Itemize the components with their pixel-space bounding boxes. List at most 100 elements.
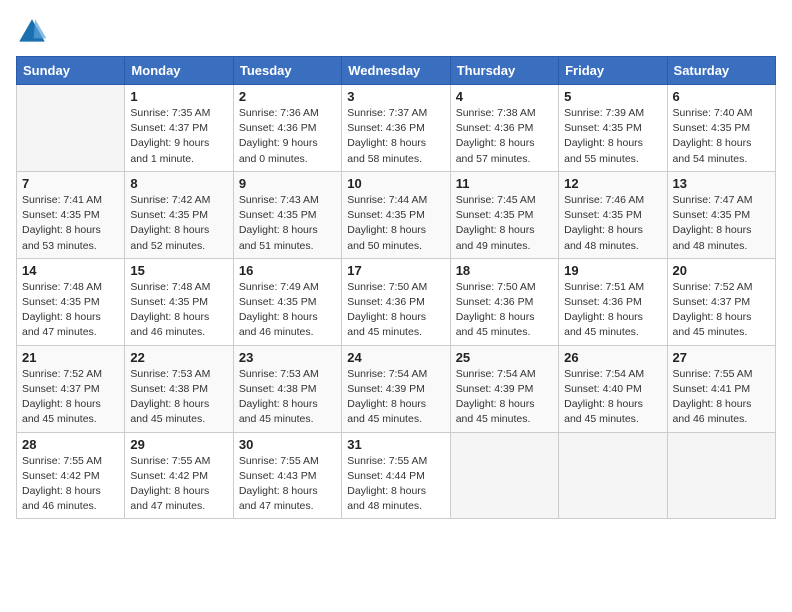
calendar-cell: 16 Sunrise: 7:49 AM Sunset: 4:35 PM Dayli… <box>233 258 341 345</box>
calendar-cell: 23Sunrise: 7:53 AM Sunset: 4:38 PM Dayli… <box>233 345 341 432</box>
day-number: 12 <box>564 176 661 191</box>
day-info: Sunrise: 7:47 AM Sunset: 4:35 PM Dayligh… <box>673 193 770 254</box>
day-info: Sunrise: 7:40 AM Sunset: 4:35 PM Dayligh… <box>673 106 770 167</box>
day-number: 10 <box>347 176 444 191</box>
day-info: Sunrise: 7:41 AM Sunset: 4:35 PM Dayligh… <box>22 193 119 254</box>
calendar-header-row: SundayMondayTuesdayWednesdayThursdayFrid… <box>17 57 776 85</box>
day-number: 16 <box>239 263 336 278</box>
day-info: Sunrise: 7:43 AM Sunset: 4:35 PM Dayligh… <box>239 193 336 254</box>
day-number: 25 <box>456 350 553 365</box>
day-info: Sunrise: 7:36 AM Sunset: 4:36 PM Dayligh… <box>239 106 336 167</box>
day-info: Sunrise: 7:54 AM Sunset: 4:39 PM Dayligh… <box>347 367 444 428</box>
day-number: 18 <box>456 263 553 278</box>
calendar-week-row: 1Sunrise: 7:35 AM Sunset: 4:37 PM Daylig… <box>17 85 776 172</box>
calendar-week-row: 14Sunrise: 7:48 AM Sunset: 4:35 PM Dayli… <box>17 258 776 345</box>
calendar-cell: 18 Sunrise: 7:50 AM Sunset: 4:36 PM Dayli… <box>450 258 558 345</box>
calendar-cell: 2Sunrise: 7:36 AM Sunset: 4:36 PM Daylig… <box>233 85 341 172</box>
day-info: Sunrise: 7:54 AM Sunset: 4:40 PM Dayligh… <box>564 367 661 428</box>
calendar-table: SundayMondayTuesdayWednesdayThursdayFrid… <box>16 56 776 519</box>
day-number: 31 <box>347 437 444 452</box>
day-info: Sunrise: 7:48 AM Sunset: 4:35 PM Dayligh… <box>22 280 119 341</box>
day-number: 19 <box>564 263 661 278</box>
day-info: Sunrise: 7:55 AM Sunset: 4:44 PM Dayligh… <box>347 454 444 515</box>
day-info: Sunrise: 7:39 AM Sunset: 4:35 PM Dayligh… <box>564 106 661 167</box>
calendar-cell: 12 Sunrise: 7:46 AM Sunset: 4:35 PM Dayli… <box>559 171 667 258</box>
calendar-cell <box>450 432 558 519</box>
day-number: 11 <box>456 176 553 191</box>
day-header-tuesday: Tuesday <box>233 57 341 85</box>
calendar-cell: 27 Sunrise: 7:55 AM Sunset: 4:41 PM Dayli… <box>667 345 775 432</box>
calendar-cell: 24 Sunrise: 7:54 AM Sunset: 4:39 PM Dayli… <box>342 345 450 432</box>
calendar-cell: 30 Sunrise: 7:55 AM Sunset: 4:43 PM Dayli… <box>233 432 341 519</box>
calendar-cell: 4 Sunrise: 7:38 AM Sunset: 4:36 PM Daylig… <box>450 85 558 172</box>
calendar-cell: 3 Sunrise: 7:37 AM Sunset: 4:36 PM Daylig… <box>342 85 450 172</box>
calendar-cell: 8Sunrise: 7:42 AM Sunset: 4:35 PM Daylig… <box>125 171 233 258</box>
calendar-cell: 10 Sunrise: 7:44 AM Sunset: 4:35 PM Dayli… <box>342 171 450 258</box>
calendar-week-row: 21Sunrise: 7:52 AM Sunset: 4:37 PM Dayli… <box>17 345 776 432</box>
day-info: Sunrise: 7:45 AM Sunset: 4:35 PM Dayligh… <box>456 193 553 254</box>
logo-icon <box>16 16 48 48</box>
calendar-cell: 6 Sunrise: 7:40 AM Sunset: 4:35 PM Daylig… <box>667 85 775 172</box>
day-info: Sunrise: 7:48 AM Sunset: 4:35 PM Dayligh… <box>130 280 227 341</box>
day-number: 30 <box>239 437 336 452</box>
day-number: 28 <box>22 437 119 452</box>
day-number: 6 <box>673 89 770 104</box>
day-info: Sunrise: 7:52 AM Sunset: 4:37 PM Dayligh… <box>22 367 119 428</box>
day-info: Sunrise: 7:55 AM Sunset: 4:42 PM Dayligh… <box>22 454 119 515</box>
day-info: Sunrise: 7:55 AM Sunset: 4:41 PM Dayligh… <box>673 367 770 428</box>
calendar-cell: 14Sunrise: 7:48 AM Sunset: 4:35 PM Dayli… <box>17 258 125 345</box>
day-number: 8 <box>130 176 227 191</box>
day-info: Sunrise: 7:52 AM Sunset: 4:37 PM Dayligh… <box>673 280 770 341</box>
day-number: 4 <box>456 89 553 104</box>
day-number: 3 <box>347 89 444 104</box>
day-info: Sunrise: 7:53 AM Sunset: 4:38 PM Dayligh… <box>130 367 227 428</box>
calendar-cell <box>559 432 667 519</box>
day-info: Sunrise: 7:37 AM Sunset: 4:36 PM Dayligh… <box>347 106 444 167</box>
day-number: 9 <box>239 176 336 191</box>
calendar-cell: 31 Sunrise: 7:55 AM Sunset: 4:44 PM Dayli… <box>342 432 450 519</box>
day-number: 22 <box>130 350 227 365</box>
calendar-cell: 13 Sunrise: 7:47 AM Sunset: 4:35 PM Dayli… <box>667 171 775 258</box>
calendar-cell: 28 Sunrise: 7:55 AM Sunset: 4:42 PM Dayli… <box>17 432 125 519</box>
calendar-cell: 9 Sunrise: 7:43 AM Sunset: 4:35 PM Daylig… <box>233 171 341 258</box>
calendar-cell: 20Sunrise: 7:52 AM Sunset: 4:37 PM Dayli… <box>667 258 775 345</box>
day-number: 5 <box>564 89 661 104</box>
calendar-cell: 17Sunrise: 7:50 AM Sunset: 4:36 PM Dayli… <box>342 258 450 345</box>
day-info: Sunrise: 7:54 AM Sunset: 4:39 PM Dayligh… <box>456 367 553 428</box>
day-header-sunday: Sunday <box>17 57 125 85</box>
day-header-monday: Monday <box>125 57 233 85</box>
calendar-week-row: 7 Sunrise: 7:41 AM Sunset: 4:35 PM Daylig… <box>17 171 776 258</box>
day-header-thursday: Thursday <box>450 57 558 85</box>
logo <box>16 16 52 48</box>
day-number: 13 <box>673 176 770 191</box>
day-number: 24 <box>347 350 444 365</box>
day-info: Sunrise: 7:55 AM Sunset: 4:42 PM Dayligh… <box>130 454 227 515</box>
calendar-cell: 15Sunrise: 7:48 AM Sunset: 4:35 PM Dayli… <box>125 258 233 345</box>
calendar-week-row: 28 Sunrise: 7:55 AM Sunset: 4:42 PM Dayli… <box>17 432 776 519</box>
page-header <box>16 16 776 48</box>
day-info: Sunrise: 7:50 AM Sunset: 4:36 PM Dayligh… <box>456 280 553 341</box>
calendar-cell: 26 Sunrise: 7:54 AM Sunset: 4:40 PM Dayli… <box>559 345 667 432</box>
day-info: Sunrise: 7:51 AM Sunset: 4:36 PM Dayligh… <box>564 280 661 341</box>
calendar-cell: 21Sunrise: 7:52 AM Sunset: 4:37 PM Dayli… <box>17 345 125 432</box>
calendar-cell: 11 Sunrise: 7:45 AM Sunset: 4:35 PM Dayli… <box>450 171 558 258</box>
calendar-cell: 19 Sunrise: 7:51 AM Sunset: 4:36 PM Dayli… <box>559 258 667 345</box>
day-info: Sunrise: 7:46 AM Sunset: 4:35 PM Dayligh… <box>564 193 661 254</box>
day-number: 1 <box>130 89 227 104</box>
calendar-cell: 7 Sunrise: 7:41 AM Sunset: 4:35 PM Daylig… <box>17 171 125 258</box>
day-header-saturday: Saturday <box>667 57 775 85</box>
day-number: 27 <box>673 350 770 365</box>
day-info: Sunrise: 7:44 AM Sunset: 4:35 PM Dayligh… <box>347 193 444 254</box>
day-header-wednesday: Wednesday <box>342 57 450 85</box>
calendar-cell: 25 Sunrise: 7:54 AM Sunset: 4:39 PM Dayli… <box>450 345 558 432</box>
day-info: Sunrise: 7:55 AM Sunset: 4:43 PM Dayligh… <box>239 454 336 515</box>
day-number: 26 <box>564 350 661 365</box>
day-number: 17 <box>347 263 444 278</box>
calendar-cell <box>667 432 775 519</box>
day-number: 23 <box>239 350 336 365</box>
calendar-cell: 29Sunrise: 7:55 AM Sunset: 4:42 PM Dayli… <box>125 432 233 519</box>
day-info: Sunrise: 7:49 AM Sunset: 4:35 PM Dayligh… <box>239 280 336 341</box>
calendar-cell: 22 Sunrise: 7:53 AM Sunset: 4:38 PM Dayli… <box>125 345 233 432</box>
day-info: Sunrise: 7:38 AM Sunset: 4:36 PM Dayligh… <box>456 106 553 167</box>
day-number: 7 <box>22 176 119 191</box>
